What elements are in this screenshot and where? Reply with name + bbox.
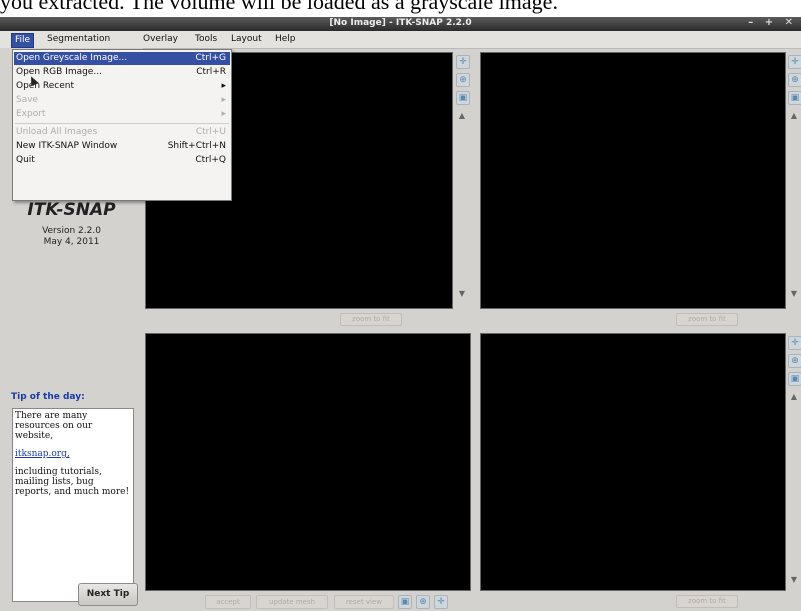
version-label: Version 2.2.0	[42, 226, 101, 236]
view-bottom-right[interactable]	[480, 333, 786, 591]
zoom-icon[interactable]: ⊕	[416, 595, 430, 609]
window-controls[interactable]: – + ✕	[748, 17, 797, 28]
zoom-to-fit-button[interactable]: zoom to fit	[676, 595, 738, 608]
scroll-up-icon[interactable]: ▲	[789, 111, 799, 120]
menu-separator	[15, 123, 229, 124]
menu-item-export[interactable]: Export ▸	[14, 108, 230, 121]
view-bottom-left[interactable]	[145, 333, 471, 591]
next-tip-button[interactable]: Next Tip	[78, 583, 138, 606]
crosshair-icon[interactable]: ✛	[788, 336, 801, 350]
window-title: [No Image] - ITK-SNAP 2.2.0	[329, 18, 472, 28]
crosshair-icon[interactable]: ✛	[788, 55, 801, 69]
menu-tools[interactable]: Tools	[192, 33, 220, 46]
zoom-icon[interactable]: ⊕	[456, 73, 470, 87]
accept-button[interactable]: accept	[205, 595, 251, 609]
layout-icon[interactable]: ▣	[788, 91, 801, 105]
crosshair-icon[interactable]: ✛	[434, 595, 448, 609]
menu-bar: File Segmentation Overlay Tools Layout H…	[0, 31, 801, 49]
zoom-to-fit-button[interactable]: zoom to fit	[340, 313, 402, 326]
tip-text-1: There are many resources on our website,	[15, 411, 93, 441]
menu-file[interactable]: File	[11, 33, 35, 48]
menu-help[interactable]: Help	[272, 33, 299, 46]
scroll-up-icon[interactable]: ▲	[789, 392, 799, 401]
layout-icon[interactable]: ▣	[788, 372, 801, 386]
menu-item-open-recent[interactable]: Open Recent ▸	[14, 80, 230, 93]
menu-item-new-window[interactable]: New ITK-SNAP Window Shift+Ctrl+N	[14, 140, 230, 153]
tip-box: There are many resources on our website,…	[12, 408, 134, 602]
app-window: [No Image] - ITK-SNAP 2.2.0 – + ✕ File S…	[0, 17, 801, 611]
reset-view-button[interactable]: reset view	[334, 595, 394, 609]
menu-item-open-rgb-image[interactable]: Open RGB Image... Ctrl+R	[14, 66, 230, 79]
menu-segmentation[interactable]: Segmentation	[44, 33, 113, 46]
tip-title: Tip of the day:	[11, 392, 85, 402]
release-date-label: May 4, 2011	[43, 237, 100, 247]
update-mesh-button[interactable]: update mesh	[256, 595, 328, 609]
title-bar: [No Image] - ITK-SNAP 2.2.0 – + ✕	[0, 17, 801, 31]
caption-text: you extracted. The volume will be loaded…	[0, 0, 558, 14]
scroll-down-icon[interactable]: ▼	[457, 289, 467, 298]
menu-item-quit[interactable]: Quit Ctrl+Q	[14, 154, 230, 167]
scroll-down-icon[interactable]: ▼	[789, 289, 799, 298]
menu-layout[interactable]: Layout	[228, 33, 265, 46]
menu-item-save[interactable]: Save ▸	[14, 94, 230, 107]
scroll-down-icon[interactable]: ▼	[789, 575, 799, 584]
menu-overlay[interactable]: Overlay	[140, 33, 181, 46]
scroll-up-icon[interactable]: ▲	[457, 111, 467, 120]
crosshair-icon[interactable]: ✛	[456, 55, 470, 69]
view-top-right[interactable]	[480, 52, 786, 309]
layout-icon[interactable]: ▣	[398, 595, 412, 609]
tip-link[interactable]: itksnap.org,	[15, 449, 131, 459]
layout-icon[interactable]: ▣	[456, 91, 470, 105]
zoom-icon[interactable]: ⊕	[788, 73, 801, 87]
file-menu-dropdown: Open Greyscale Image... Ctrl+G Open RGB …	[12, 49, 232, 201]
tip-text-2: including tutorials, mailing lists, bug …	[15, 467, 130, 497]
zoom-to-fit-button[interactable]: zoom to fit	[676, 313, 738, 326]
zoom-icon[interactable]: ⊕	[788, 354, 801, 368]
menu-item-unload-all-images[interactable]: Unload All Images Ctrl+U	[14, 126, 230, 139]
app-logo: ITK-SNAP	[27, 200, 116, 220]
menu-item-open-greyscale-image[interactable]: Open Greyscale Image... Ctrl+G	[14, 52, 230, 65]
